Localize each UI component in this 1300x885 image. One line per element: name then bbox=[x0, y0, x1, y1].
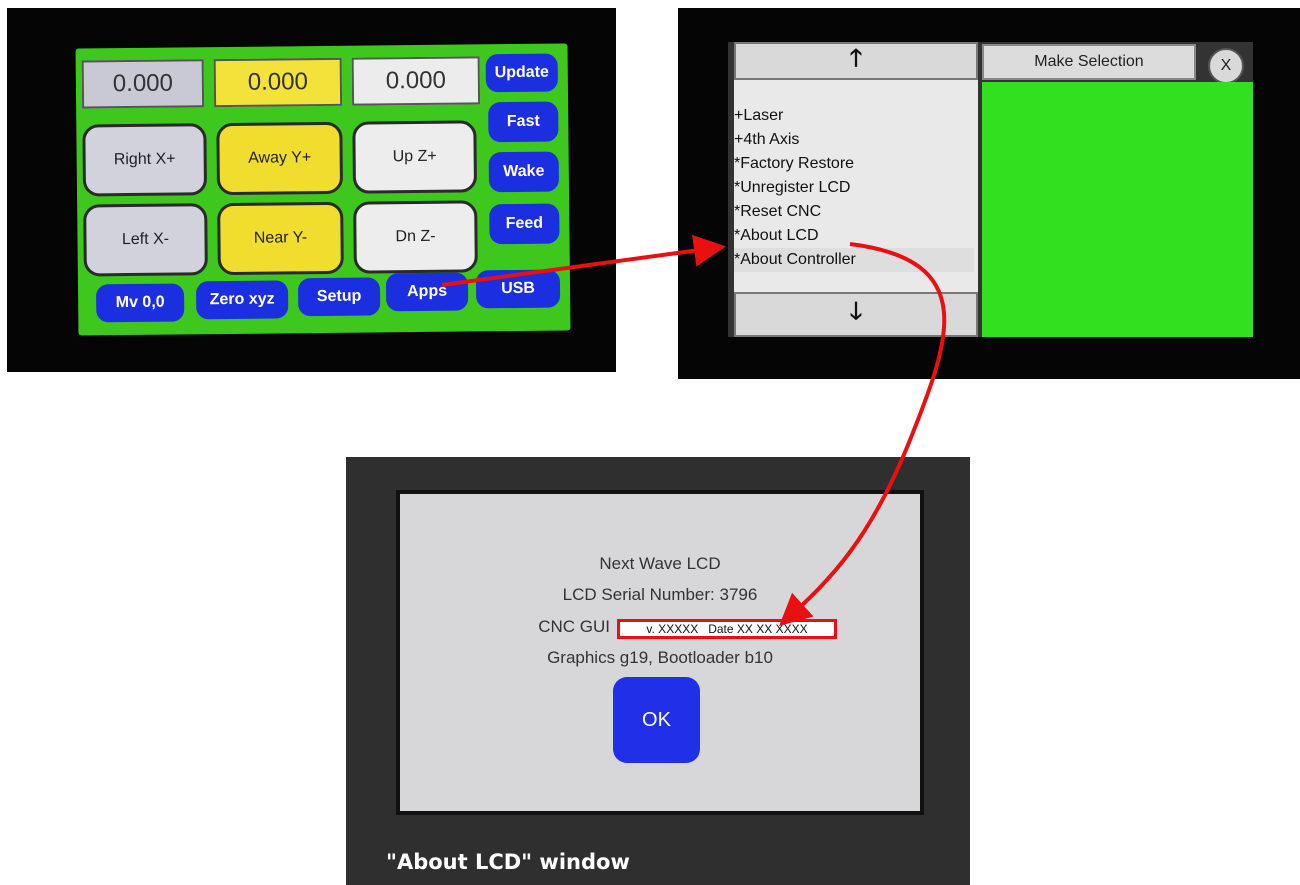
apps-button[interactable]: Apps bbox=[385, 272, 469, 312]
scroll-up-button[interactable]: 🡑 bbox=[734, 42, 978, 80]
usb-button[interactable]: USB bbox=[475, 269, 561, 309]
setup-button[interactable]: Setup bbox=[297, 277, 381, 317]
menu-item-reset-cnc[interactable]: *Reset CNC bbox=[734, 200, 974, 224]
about-title: Next Wave LCD bbox=[599, 554, 721, 573]
menu-screen-photo: 🡑 +Laser +4th Axis *Factory Restore *Unr… bbox=[678, 8, 1300, 379]
jog-screen: 0.000 0.000 0.000 Right X+ Away Y+ Up Z+… bbox=[75, 43, 571, 336]
menu-list: 🡑 +Laser +4th Axis *Factory Restore *Unr… bbox=[734, 42, 978, 337]
make-selection-label: Make Selection bbox=[982, 44, 1196, 80]
near-y-button[interactable]: Near Y- bbox=[217, 201, 344, 276]
right-x-button[interactable]: Right X+ bbox=[82, 123, 208, 197]
x-readout: 0.000 bbox=[81, 59, 205, 109]
menu-item-factory-restore[interactable]: *Factory Restore bbox=[734, 152, 974, 176]
window-caption: "About LCD" window bbox=[386, 850, 630, 874]
feed-button[interactable]: Feed bbox=[489, 203, 560, 245]
cnc-gui-version-box: v. XXXXX Date XX XX XXXX bbox=[617, 619, 837, 639]
update-button[interactable]: Update bbox=[485, 53, 558, 93]
left-x-button[interactable]: Left X- bbox=[83, 203, 208, 277]
up-z-button[interactable]: Up Z+ bbox=[352, 120, 478, 194]
selection-preview-area bbox=[982, 82, 1253, 337]
about-lcd-photo: Next Wave LCD LCD Serial Number: 3796 CN… bbox=[346, 457, 970, 885]
jog-screen-photo: 0.000 0.000 0.000 Right X+ Away Y+ Up Z+… bbox=[7, 8, 616, 372]
zero-xyz-button[interactable]: Zero xyz bbox=[195, 280, 289, 320]
menu-item-laser[interactable]: +Laser bbox=[734, 104, 974, 128]
away-y-button[interactable]: Away Y+ bbox=[216, 121, 344, 196]
scroll-down-button[interactable]: 🡓 bbox=[734, 292, 978, 337]
graphics-bootloader-line: Graphics g19, Bootloader b10 bbox=[547, 648, 773, 667]
about-lcd-window: Next Wave LCD LCD Serial Number: 3796 CN… bbox=[396, 490, 924, 815]
menu-item-unregister-lcd[interactable]: *Unregister LCD bbox=[734, 176, 974, 200]
wake-button[interactable]: Wake bbox=[488, 151, 560, 193]
mv-00-button[interactable]: Mv 0,0 bbox=[95, 283, 185, 323]
menu-screen: 🡑 +Laser +4th Axis *Factory Restore *Unr… bbox=[728, 42, 1253, 337]
dn-z-button[interactable]: Dn Z- bbox=[353, 200, 478, 274]
up-arrow-icon: 🡑 bbox=[849, 44, 863, 72]
menu-item-about-lcd[interactable]: *About LCD bbox=[734, 224, 974, 248]
menu-item-about-controller[interactable]: *About Controller bbox=[734, 248, 974, 272]
cnc-gui-label: CNC GUI bbox=[538, 617, 610, 636]
z-readout: 0.000 bbox=[351, 56, 481, 106]
fast-button[interactable]: Fast bbox=[488, 101, 559, 143]
close-button[interactable]: X bbox=[1208, 48, 1244, 84]
down-arrow-icon: 🡓 bbox=[849, 298, 863, 325]
menu-item-4th-axis[interactable]: +4th Axis bbox=[734, 128, 974, 152]
y-readout: 0.000 bbox=[213, 57, 343, 108]
serial-number-line: LCD Serial Number: 3796 bbox=[562, 585, 758, 604]
ok-button[interactable]: OK bbox=[613, 677, 700, 763]
